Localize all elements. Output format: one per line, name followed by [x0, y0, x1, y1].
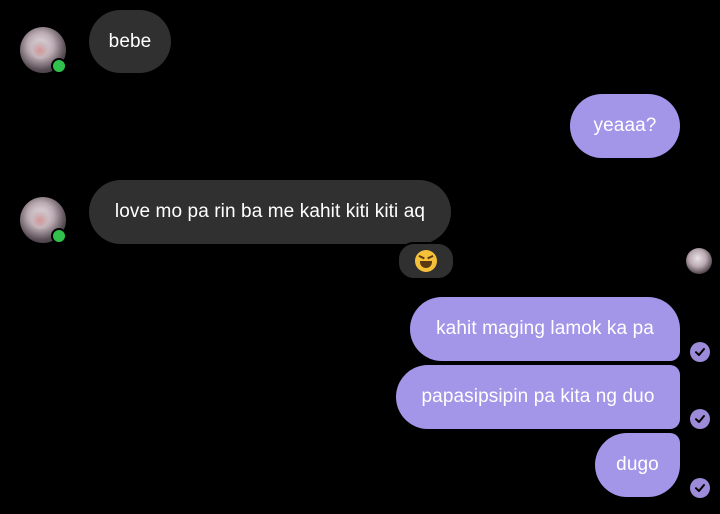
message-bubble-outgoing[interactable]: papasipsipin pa kita ng duo [396, 365, 680, 429]
message-text: papasipsipin pa kita ng duo [421, 386, 655, 407]
delivered-check-icon [690, 342, 710, 362]
avatar-photo [31, 207, 49, 229]
message-bubble-incoming[interactable]: love mo pa rin ba me kahit kiti kiti aq [89, 180, 451, 244]
delivered-check-icon [690, 409, 710, 429]
message-bubble-outgoing[interactable]: yeaaa? [570, 94, 680, 158]
message-text: yeaaa? [593, 115, 657, 136]
online-status-dot [51, 58, 67, 74]
message-reaction[interactable] [397, 242, 455, 280]
message-bubble-outgoing[interactable]: kahit maging lamok ka pa [410, 297, 680, 361]
message-text: bebe [108, 30, 152, 52]
message-bubble-outgoing[interactable]: dugo [595, 433, 680, 497]
avatar-photo [31, 37, 49, 59]
online-status-dot [51, 228, 67, 244]
message-text: kahit maging lamok ka pa [436, 318, 654, 339]
delivered-check-icon [690, 478, 710, 498]
message-bubble-incoming[interactable]: bebe [89, 10, 171, 73]
message-text: love mo pa rin ba me kahit kiti kiti aq [114, 201, 426, 222]
contact-avatar[interactable] [20, 27, 67, 74]
laughing-emoji-icon [415, 250, 437, 272]
contact-avatar[interactable] [20, 197, 67, 244]
seen-avatar-icon [686, 248, 712, 274]
message-text: dugo [616, 454, 659, 475]
